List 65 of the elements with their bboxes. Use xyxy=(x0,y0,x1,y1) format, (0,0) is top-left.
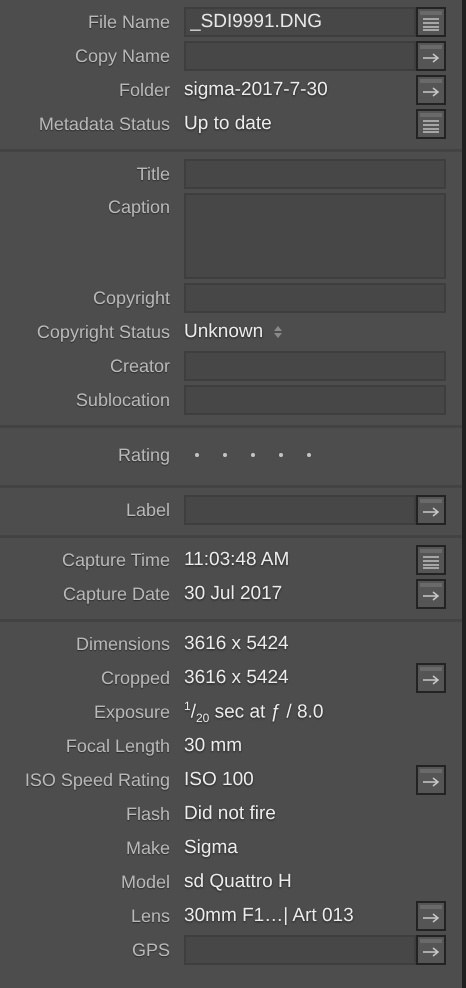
list-icon xyxy=(421,119,441,133)
status-dropdown[interactable]: Unknown xyxy=(184,321,284,343)
field-label: Folder xyxy=(118,80,170,100)
field-label: Copyright xyxy=(92,288,170,308)
field-label: Model xyxy=(120,872,170,892)
stepper-icon xyxy=(273,325,284,339)
field-value: 3616 x 5424 xyxy=(184,667,290,689)
field-value: sd Quattro H xyxy=(184,871,293,893)
arrow-button[interactable] xyxy=(416,495,446,525)
field-value: Up to date xyxy=(184,113,273,135)
arrow-icon xyxy=(421,775,441,789)
field-value: 30mm F1…| Art 013 xyxy=(184,905,355,927)
arrow-button[interactable] xyxy=(416,765,446,795)
arrow-icon xyxy=(421,945,441,959)
field-label: Cropped xyxy=(100,668,170,688)
field-label: Copy Name xyxy=(74,46,170,66)
arrow-button[interactable] xyxy=(416,901,446,931)
field-label: Capture Time xyxy=(62,550,170,570)
field-label: Sublocation xyxy=(76,390,170,410)
input-field[interactable] xyxy=(184,935,416,965)
field-value: 30 mm xyxy=(184,735,244,757)
arrow-button[interactable] xyxy=(416,663,446,693)
arrow-icon xyxy=(421,911,441,925)
arrow-button[interactable] xyxy=(416,41,446,71)
field-value: $^{1}$/$_{20}$ sec at ƒ / 8.0 xyxy=(184,698,324,726)
field-label: ISO Speed Rating xyxy=(24,770,170,790)
field-label: Focal Length xyxy=(66,736,170,756)
field-label: Creator xyxy=(110,356,170,376)
arrow-icon xyxy=(421,505,441,519)
field-label: Metadata Status xyxy=(38,114,170,134)
field-value: Sigma xyxy=(184,837,239,859)
field-label: File Name xyxy=(88,12,170,32)
field-label: Capture Date xyxy=(62,584,170,604)
field-label: Rating xyxy=(118,444,170,466)
field-label: Copyright Status xyxy=(36,322,170,342)
field-value: sigma-2017-7-30 xyxy=(184,79,329,101)
list-button[interactable] xyxy=(416,7,446,37)
list-icon xyxy=(421,17,441,31)
field-label: Flash xyxy=(126,804,170,824)
field-label: Label xyxy=(126,500,170,520)
input-field[interactable] xyxy=(184,495,416,525)
input-field[interactable]: _SDI9991.DNG xyxy=(184,7,416,37)
field-label: Make xyxy=(126,838,170,858)
list-icon xyxy=(421,555,441,569)
field-value: 11:03:48 AM xyxy=(184,549,290,571)
input-field[interactable] xyxy=(184,41,416,71)
arrow-button[interactable] xyxy=(416,75,446,105)
arrow-button[interactable] xyxy=(416,935,446,965)
arrow-icon xyxy=(421,673,441,687)
field-label: GPS xyxy=(132,940,170,960)
arrow-icon xyxy=(421,589,441,603)
field-value: 30 Jul 2017 xyxy=(184,583,284,605)
field-label: Title xyxy=(136,164,170,184)
field-label: Dimensions xyxy=(76,634,170,654)
list-button[interactable] xyxy=(416,109,446,139)
field-value: Did not fire xyxy=(184,803,277,825)
field-value: 3616 x 5424 xyxy=(184,633,290,655)
field-value: ISO 100 xyxy=(184,769,255,791)
list-button[interactable] xyxy=(416,545,446,575)
field-label: Exposure xyxy=(94,702,170,722)
arrow-icon xyxy=(421,85,441,99)
field-label: Caption xyxy=(108,196,170,218)
field-label: Lens xyxy=(130,906,170,926)
arrow-icon xyxy=(421,51,441,65)
arrow-button[interactable] xyxy=(416,579,446,609)
